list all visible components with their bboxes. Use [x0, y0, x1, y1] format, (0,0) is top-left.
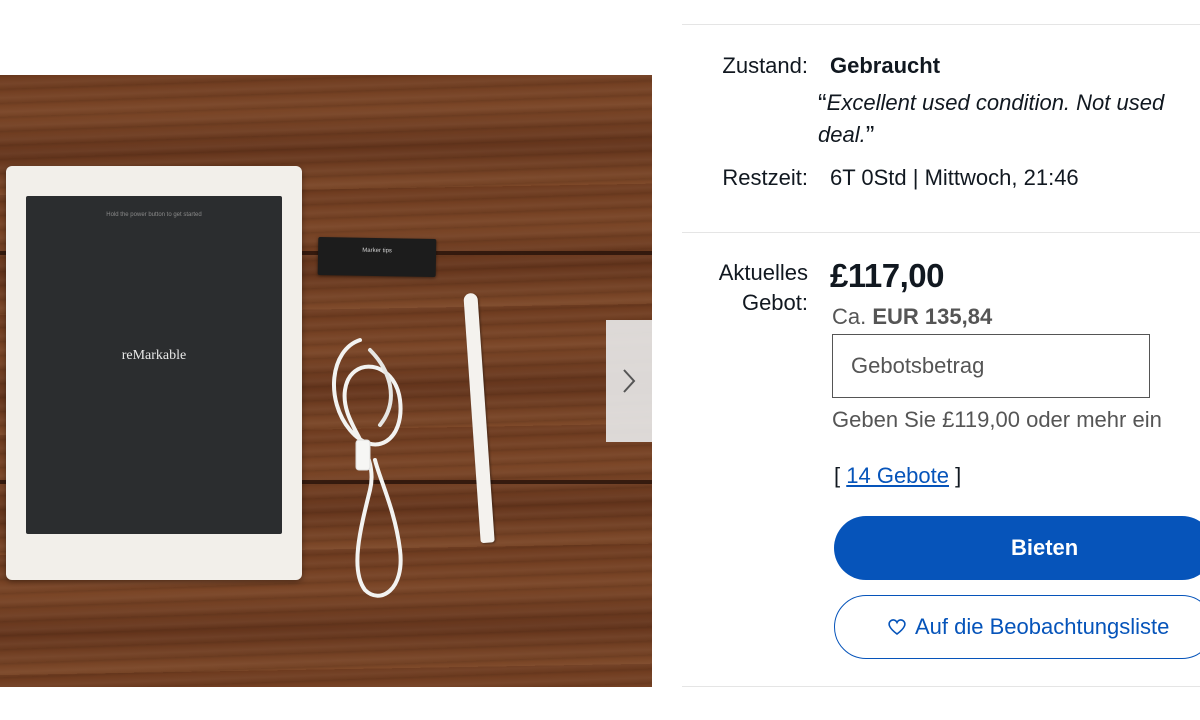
converted-price-value: EUR 135,84: [872, 304, 993, 329]
stylus-pen: [463, 292, 495, 544]
watchlist-label: Auf die Beobachtungsliste: [915, 614, 1170, 639]
section-divider: [682, 686, 1200, 687]
time-left-label: Restzeit:: [722, 165, 808, 190]
bid-count: [ 14 Gebote ]: [834, 461, 961, 491]
product-photo[interactable]: Hold the power button to get started reM…: [0, 75, 652, 687]
converted-price: Ca. EUR 135,84: [832, 302, 992, 332]
condition-quote-line2: deal.: [818, 122, 866, 147]
marker-box-label: Marker tips: [362, 247, 392, 255]
close-quote-glyph: ”: [865, 120, 875, 150]
time-left-value: 6T 0Std | Mittwoch, 21:46: [830, 165, 1079, 190]
bid-count-open: [: [834, 463, 841, 488]
usb-cable: [332, 338, 403, 598]
section-divider: [682, 232, 1200, 233]
current-bid-price: £117,00: [830, 257, 944, 294]
section-divider: [682, 24, 1200, 25]
bid-amount-input[interactable]: [832, 334, 1150, 398]
add-to-watchlist-button[interactable]: Auf die Beobachtungsliste: [834, 595, 1200, 659]
condition-quote: “Excellent used condition. Not used: [818, 88, 1164, 118]
current-bid-label-line1: Aktuelles: [718, 260, 808, 285]
current-bid-label-line2: Gebot:: [741, 290, 808, 315]
tablet-brand-text: reMarkable: [121, 348, 187, 363]
bid-history-link[interactable]: 14 Gebote: [846, 463, 949, 488]
heart-icon: [888, 619, 906, 636]
condition-quote-line1: Excellent used condition. Not used: [826, 90, 1165, 115]
open-quote-glyph: “: [818, 88, 827, 118]
tablet-screen: Hold the power button to get started reM…: [26, 196, 282, 534]
converted-price-prefix: Ca.: [832, 304, 867, 329]
condition-value: Gebraucht: [830, 53, 941, 78]
next-image-button[interactable]: [606, 320, 652, 442]
condition-label: Zustand:: [722, 53, 808, 78]
bid-count-close: ]: [955, 463, 962, 488]
tablet-device: Hold the power button to get started reM…: [6, 166, 302, 580]
place-bid-label: Bieten: [1011, 535, 1079, 560]
bid-hint: Geben Sie £119,00 oder mehr ein: [832, 407, 1162, 432]
tablet-hint-text: Hold the power button to get started: [106, 212, 202, 218]
chevron-right-icon: [623, 369, 636, 393]
marker-tips-box: Marker tips: [317, 236, 437, 278]
place-bid-button[interactable]: Bieten: [834, 516, 1200, 580]
image-gallery: Hold the power button to get started reM…: [0, 0, 652, 720]
condition-quote-end: deal.”: [818, 120, 874, 150]
